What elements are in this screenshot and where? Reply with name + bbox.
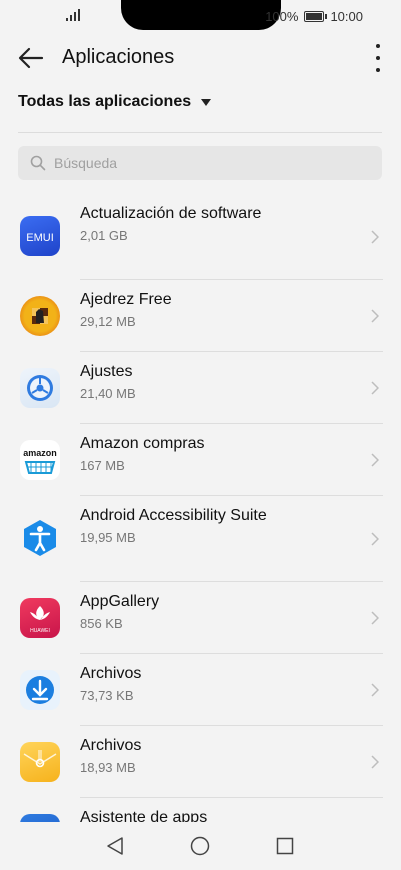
app-size: 2,01 GB — [80, 228, 128, 243]
download-icon — [20, 670, 60, 710]
app-name: Actualización de software — [80, 205, 262, 222]
nav-back-icon[interactable] — [106, 836, 124, 856]
appgallery-icon: HUAWEI — [20, 598, 60, 638]
files-icon — [20, 742, 60, 782]
battery-percent: 100% — [265, 9, 299, 24]
app-list-item[interactable]: Archivos 18,93 MB — [0, 726, 401, 798]
settings-icon — [20, 368, 60, 408]
chevron-right-icon — [371, 230, 379, 244]
nav-recents-icon[interactable] — [276, 837, 294, 855]
camera-notch — [121, 0, 281, 30]
search-placeholder: Búsqueda — [54, 155, 118, 171]
navigation-bar — [0, 822, 401, 870]
app-size: 856 KB — [80, 616, 123, 631]
chevron-right-icon — [371, 683, 379, 697]
app-list-item[interactable]: Asistente de apps — [0, 798, 401, 822]
search-icon — [30, 155, 46, 171]
back-arrow-icon[interactable] — [18, 46, 44, 70]
more-options-icon[interactable] — [373, 44, 383, 72]
chevron-right-icon — [371, 532, 379, 546]
clock: 10:00 — [330, 9, 363, 24]
chess-icon — [20, 296, 60, 336]
page-title: Aplicaciones — [62, 46, 175, 68]
app-size: 73,73 KB — [80, 688, 134, 703]
search-input[interactable]: Búsqueda — [18, 146, 382, 180]
app-list: EMUI Actualización de software 2,01 GB A… — [0, 194, 401, 822]
app-size: 18,93 MB — [80, 760, 136, 775]
status-bar: 100% 10:00 — [0, 0, 401, 34]
app-list-item[interactable]: Archivos 73,73 KB — [0, 654, 401, 726]
app-name: Android Accessibility Suite — [80, 507, 267, 524]
app-name: Archivos — [80, 737, 142, 754]
filter-label: Todas las aplicaciones — [18, 93, 192, 110]
svg-text:EMUI: EMUI — [26, 232, 54, 244]
caret-down-icon — [201, 98, 212, 106]
nav-home-icon[interactable] — [190, 836, 210, 856]
app-size: 29,12 MB — [80, 314, 136, 329]
amazon-icon: amazon — [20, 440, 60, 480]
battery-icon — [304, 11, 328, 22]
app-size: 21,40 MB — [80, 386, 136, 401]
app-list-item[interactable]: amazon Amazon compras 167 MB — [0, 424, 401, 496]
svg-text:amazon: amazon — [23, 448, 57, 458]
app-list-item[interactable]: Ajedrez Free 29,12 MB — [0, 280, 401, 352]
app-size: 19,95 MB — [80, 530, 136, 545]
app-name: Ajedrez Free — [80, 291, 172, 308]
app-name: Asistente de apps — [80, 809, 208, 822]
app-list-item[interactable]: HUAWEI AppGallery 856 KB — [0, 582, 401, 654]
filter-divider — [18, 132, 382, 133]
app-bar: Aplicaciones — [0, 34, 401, 82]
status-right: 100% 10:00 — [265, 9, 363, 24]
chevron-right-icon — [371, 381, 379, 395]
app-name: Archivos — [80, 665, 142, 682]
chevron-right-icon — [371, 611, 379, 625]
app-filter-dropdown[interactable]: Todas las aplicaciones — [18, 93, 212, 111]
app-list-item[interactable]: Ajustes 21,40 MB — [0, 352, 401, 424]
app-size: 167 MB — [80, 458, 125, 473]
app-list-item[interactable]: EMUI Actualización de software 2,01 GB — [0, 194, 401, 280]
assistant-icon — [20, 814, 60, 822]
accessibility-icon — [20, 518, 60, 558]
app-name: Amazon compras — [80, 435, 205, 452]
app-list-item[interactable]: Android Accessibility Suite 19,95 MB — [0, 496, 401, 582]
chevron-right-icon — [371, 453, 379, 467]
chevron-right-icon — [371, 755, 379, 769]
app-name: AppGallery — [80, 593, 160, 610]
chevron-right-icon — [371, 309, 379, 323]
svg-text:HUAWEI: HUAWEI — [30, 628, 50, 634]
emui-icon: EMUI — [20, 216, 60, 256]
signal-icon — [66, 9, 80, 21]
app-name: Ajustes — [80, 363, 133, 380]
